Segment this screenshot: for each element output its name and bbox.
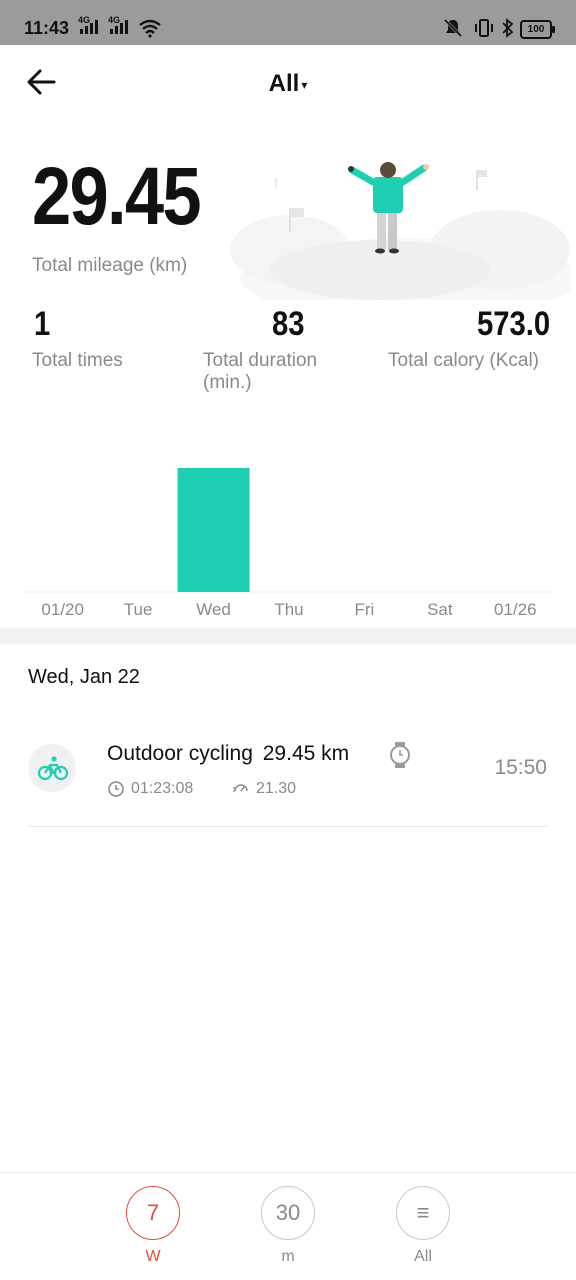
total-duration-label: Total duration (min.) bbox=[203, 350, 318, 393]
total-duration-value: 83 bbox=[272, 305, 305, 343]
record-time-of-day: 15:50 bbox=[494, 756, 547, 779]
nav-month-label: m bbox=[281, 1248, 295, 1265]
speed-icon bbox=[233, 784, 248, 792]
total-calory-label: Total calory (Kcal) bbox=[388, 350, 539, 371]
mute-vibrate-icon bbox=[443, 18, 463, 38]
wifi-icon bbox=[139, 19, 161, 38]
nav-week-label: W bbox=[145, 1248, 161, 1265]
weekly-bar-chart bbox=[24, 468, 552, 593]
x-tick-label: Sat bbox=[427, 600, 453, 619]
record-type: Outdoor cycling bbox=[107, 742, 253, 765]
x-tick-label: Thu bbox=[274, 600, 304, 619]
chart-x-axis: 01/20 Tue Wed Thu Fri Sat 01/26 bbox=[24, 600, 552, 624]
clock-icon bbox=[108, 781, 124, 797]
nav-all-label: All bbox=[414, 1248, 432, 1265]
chart-bar-wed bbox=[177, 468, 250, 592]
record-divider bbox=[28, 826, 548, 827]
cycling-icon bbox=[37, 756, 69, 781]
record-distance: 29.45 km bbox=[262, 742, 350, 765]
x-tick-label: Tue bbox=[123, 600, 153, 619]
bluetooth-icon bbox=[502, 18, 514, 38]
record-duration-value: 01:23:08 bbox=[131, 780, 194, 797]
watch-icon bbox=[390, 742, 410, 768]
celebration-illustration bbox=[230, 162, 570, 300]
record-duration: 01:23:08 bbox=[107, 780, 193, 798]
section-divider bbox=[0, 628, 576, 644]
bottom-nav-divider bbox=[0, 1172, 576, 1173]
list-icon: ≡ bbox=[416, 1200, 430, 1225]
status-bar: 11:43 4G 4G 100 bbox=[0, 0, 576, 45]
total-mileage-value: 29.45 bbox=[32, 151, 202, 242]
x-tick-label: 01/20 bbox=[41, 600, 84, 619]
chevron-down-icon: ▾ bbox=[301, 77, 308, 92]
total-times-value: 1 bbox=[34, 305, 51, 343]
x-tick-label: 01/26 bbox=[494, 600, 537, 619]
record-speed-value: 21.30 bbox=[256, 780, 297, 797]
record-icon-badge bbox=[28, 744, 76, 792]
x-tick-label: Wed bbox=[196, 600, 231, 619]
nav-week-button[interactable]: 7 bbox=[126, 1186, 180, 1240]
record-title: Outdoor cycling 29.45 km bbox=[107, 742, 349, 766]
date-header: Wed, Jan 22 bbox=[28, 666, 140, 688]
nav-month-button[interactable]: 30 bbox=[261, 1186, 315, 1240]
vibrate-icon bbox=[475, 19, 493, 37]
total-mileage-label: Total mileage (km) bbox=[32, 255, 188, 276]
total-calory-value: 573.0 bbox=[477, 305, 551, 343]
battery-icon: 100 bbox=[520, 20, 555, 39]
filter-label: All bbox=[268, 70, 300, 97]
x-tick-label: Fri bbox=[354, 600, 375, 619]
filter-dropdown[interactable]: All ▾ bbox=[0, 70, 576, 98]
record-speed: 21.30 bbox=[232, 780, 296, 798]
nav-all-button[interactable]: ≡ bbox=[396, 1186, 450, 1240]
total-times-label: Total times bbox=[32, 350, 123, 371]
status-time: 11:43 bbox=[24, 18, 70, 38]
